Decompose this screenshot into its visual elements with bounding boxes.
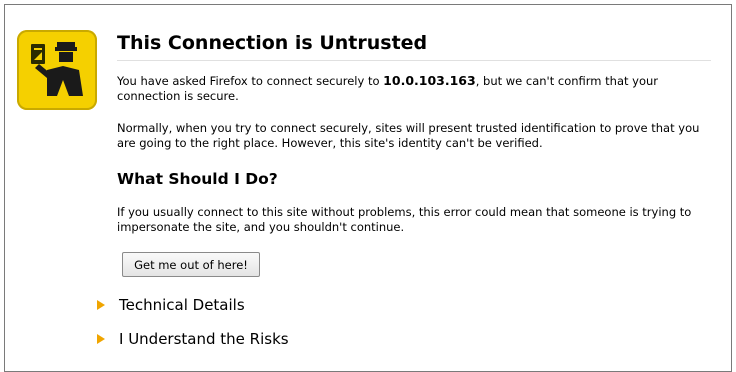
triangle-right-icon <box>97 334 105 344</box>
what-should-i-do-heading: What Should I Do? <box>117 170 278 188</box>
security-officer-glyph <box>31 42 83 96</box>
technical-details-label: Technical Details <box>119 296 245 314</box>
intro-text: You have asked Firefox to connect secure… <box>117 73 717 104</box>
advice-text: If you usually connect to this site with… <box>117 205 692 234</box>
get-me-out-button[interactable]: Get me out of here! <box>122 252 260 277</box>
page-title: This Connection is Untrusted <box>117 31 711 61</box>
security-officer-icon <box>17 30 97 110</box>
technical-details-expander[interactable]: Technical Details <box>97 295 245 315</box>
intro-text-start: You have asked Firefox to connect secure… <box>117 74 384 88</box>
explanation-text: Normally, when you try to connect secure… <box>117 121 700 150</box>
host-address: 10.0.103.163 <box>383 73 476 88</box>
understand-risks-label: I Understand the Risks <box>119 330 289 348</box>
understand-risks-expander[interactable]: I Understand the Risks <box>97 329 289 349</box>
triangle-right-icon <box>97 300 105 310</box>
